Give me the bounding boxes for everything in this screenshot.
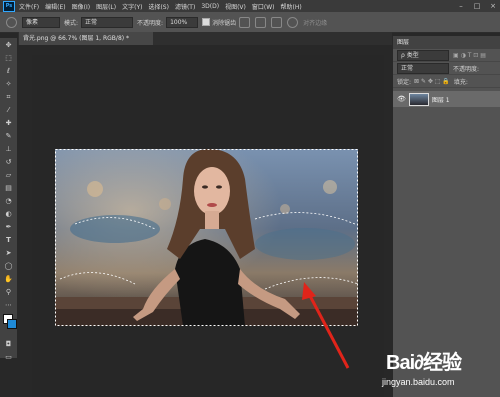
menu-edit[interactable]: 编辑(E) [45,2,65,11]
photoshop-logo: Ps [3,0,15,12]
options-bar: 像素 模式: 正常 不透明度: 100% 消除锯齿 对齐边缘 [0,12,500,33]
pen-tool-icon[interactable]: ✒ [3,222,14,233]
ellipse-tool-icon[interactable]: ◯ [3,261,14,272]
eraser-tool-icon[interactable]: ▱ [3,170,14,181]
mode-label: 模式: [64,19,79,27]
history-brush-icon[interactable]: ↺ [3,157,14,168]
antialias-checkbox[interactable] [202,18,211,26]
blur-tool-icon[interactable]: ◔ [3,196,14,207]
fill-label: 填充: [453,78,468,86]
antialias-label: 消除锯齿 [212,19,237,27]
maximize-icon[interactable]: □ [470,0,484,12]
layer-name[interactable]: 图层 1 [432,95,450,104]
layer-filter-row: ρ 类型 ▣ ◑ T ⊡ ▤ [393,49,500,62]
type-tool-icon[interactable]: T [3,235,14,246]
lock-row: 锁定: ⊠ ✎ ✥ ⬚ 🔒 填充: [393,75,500,88]
layer-thumbnail [408,92,429,106]
layer-kind-select[interactable]: ρ 类型 [397,49,449,61]
dodge-tool-icon[interactable]: ◐ [3,209,14,220]
blend-mode-select[interactable]: 正常 [397,62,449,74]
menu-filter[interactable]: 滤镜(T) [175,2,195,11]
minimize-icon[interactable]: – [454,0,468,12]
color-swatches[interactable] [3,314,17,336]
px-select[interactable]: 像素 [22,16,60,28]
eyedropper-tool-icon[interactable]: ⁄ [3,105,14,116]
opacity-input[interactable]: 100% [166,16,199,28]
layer-row[interactable]: 👁 图层 1 [393,91,500,107]
mode-select[interactable]: 正常 [81,16,134,28]
lock-label: 锁定: [397,78,412,86]
quick-mask-icon[interactable]: ◘ [3,339,14,350]
gradient-tool-icon[interactable]: ▤ [3,183,14,194]
tool-preset-icon[interactable] [6,16,17,28]
annotation-arrow [302,282,350,369]
document-tab-bar: 背光.png @ 66.7% (图层 1, RGB/8) * [18,32,392,45]
healing-tool-icon[interactable]: ✚ [3,118,14,129]
menu-layer[interactable]: 图层(L) [96,2,116,11]
lock-icons[interactable]: ⊠ ✎ ✥ ⬚ 🔒 [414,78,450,85]
stamp-tool-icon[interactable]: ⊥ [3,144,14,155]
filter-icons[interactable]: ▣ ◑ T ⊡ ▤ [453,52,486,59]
blend-row: 正常 不透明度: [393,62,500,75]
magic-wand-tool-icon[interactable]: ✧ [3,79,14,90]
crop-tool-icon[interactable]: ⌗ [3,92,14,103]
menu-help[interactable]: 帮助(H) [281,2,302,11]
menu-bar: Ps 文件(F) 编辑(E) 图像(I) 图层(L) 文字(Y) 选择(S) 滤… [0,0,500,12]
layers-panel: 图层 ρ 类型 ▣ ◑ T ⊡ ▤ 正常 不透明度: 锁定: ⊠ ✎ ✥ ⬚ 🔒… [393,36,500,397]
menu-window[interactable]: 窗口(W) [252,2,275,11]
path-select-icon[interactable]: ➤ [3,248,14,259]
menu-file[interactable]: 文件(F) [19,2,39,11]
eye-icon[interactable]: 👁 [397,95,406,103]
hand-tool-icon[interactable]: ✋ [3,274,14,285]
marquee-tool-icon[interactable]: ⬚ [3,53,14,64]
brush-tool-icon[interactable]: ✎ [3,131,14,142]
close-icon[interactable]: × [486,0,500,12]
tools-panel: ✥ ⬚ ℓ ✧ ⌗ ⁄ ✚ ✎ ⊥ ↺ ▱ ▤ ◔ ◐ ✒ T ➤ ◯ ✋ ⚲ … [0,38,17,361]
more-tools-icon[interactable]: ⋯ [3,300,14,311]
menu-3d[interactable]: 3D(D) [201,3,219,10]
move-tool-icon[interactable]: ✥ [3,40,14,51]
zoom-tool-icon[interactable]: ⚲ [3,287,14,298]
align-edges-label: 对齐边缘 [303,19,328,27]
watermark-brand: Bai∂经验 [386,352,462,374]
document-tab[interactable]: 背光.png @ 66.7% (图层 1, RGB/8) * [19,32,153,45]
background-color-icon[interactable] [7,319,17,329]
watermark-url: jingyan.baidu.com [382,377,455,387]
opacity-label: 不透明度: [137,19,164,27]
menu-select[interactable]: 选择(S) [148,2,169,11]
lasso-tool-icon[interactable]: ℓ [3,66,14,77]
menu-image[interactable]: 图像(I) [72,2,90,11]
path-arrange-icon[interactable] [271,16,283,28]
layers-panel-title: 图层 [393,36,500,49]
opacity-label: 不透明度: [453,65,480,73]
baidu-watermark: Bai∂经验 jingyan.baidu.com [380,344,500,397]
menu-type[interactable]: 文字(Y) [122,2,142,11]
path-op-icon[interactable] [239,16,251,28]
menu-view[interactable]: 视图(V) [225,2,246,11]
gear-icon[interactable] [287,16,299,28]
path-align-icon[interactable] [255,16,267,28]
screen-mode-icon[interactable]: ▭ [3,352,14,363]
